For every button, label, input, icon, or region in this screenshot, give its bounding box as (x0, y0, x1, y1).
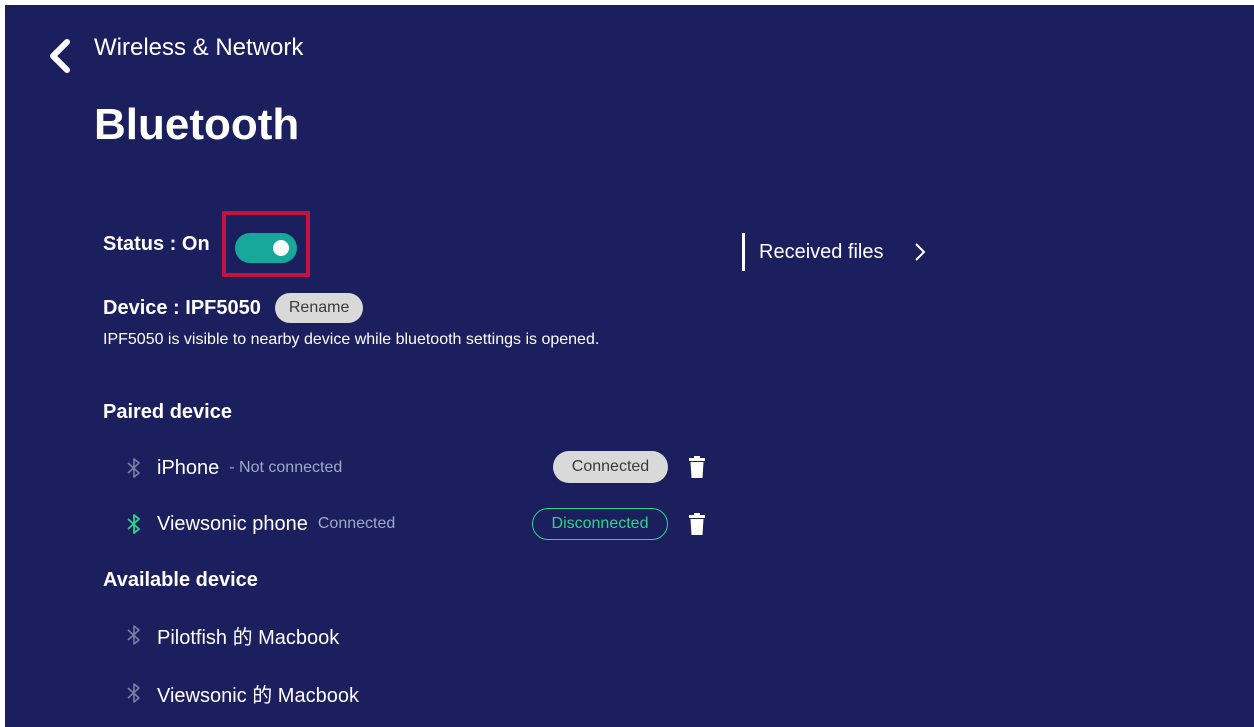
breadcrumb: Wireless & Network (94, 34, 304, 61)
visibility-note: IPF5050 is visible to nearby device whil… (103, 331, 600, 348)
device-name: Viewsonic 的 Macbook (157, 684, 359, 707)
available-device-item[interactable]: Pilotfish 的 Macbook (123, 615, 339, 655)
divider (742, 233, 745, 271)
device-row: Device : IPF5050 Rename (103, 293, 364, 323)
paired-device-item[interactable]: Viewsonic phone Connected (123, 504, 395, 544)
paired-device-item[interactable]: iPhone - Not connected (123, 448, 342, 488)
rename-button[interactable]: Rename (274, 293, 364, 323)
status-label: Status : On (103, 233, 210, 255)
bluetooth-settings-screen: Wireless & Network Bluetooth Status : On… (5, 5, 1254, 727)
bluetooth-icon (123, 681, 145, 705)
received-files-link[interactable]: Received files (742, 232, 926, 272)
bluetooth-icon (123, 456, 145, 480)
connect-button[interactable]: Connected (553, 451, 668, 483)
trash-icon[interactable] (687, 512, 707, 536)
available-device-item[interactable]: Viewsonic 的 Macbook (123, 673, 359, 713)
back-arrow-icon (50, 39, 70, 73)
paired-device-heading: Paired device (103, 401, 232, 423)
device-name: iPhone (157, 456, 220, 479)
disconnect-button[interactable]: Disconnected (532, 508, 668, 540)
device-label: Device : IPF5050 (103, 296, 261, 319)
toggle-knob (273, 240, 289, 256)
device-name: Viewsonic phone (157, 512, 308, 535)
device-name: Pilotfish 的 Macbook (157, 626, 340, 649)
device-status: - Not connected (229, 459, 343, 476)
received-files-label: Received files (759, 240, 884, 263)
trash-icon[interactable] (687, 455, 707, 479)
back-button[interactable] (39, 33, 79, 79)
page-title: Bluetooth (94, 100, 300, 149)
status-row: Status : On (103, 233, 210, 256)
chevron-right-icon (914, 242, 926, 262)
bluetooth-icon (123, 623, 145, 647)
bluetooth-toggle[interactable] (235, 233, 297, 263)
bluetooth-icon (123, 512, 145, 536)
device-status: Connected (317, 515, 396, 532)
available-device-heading: Available device (103, 569, 258, 591)
